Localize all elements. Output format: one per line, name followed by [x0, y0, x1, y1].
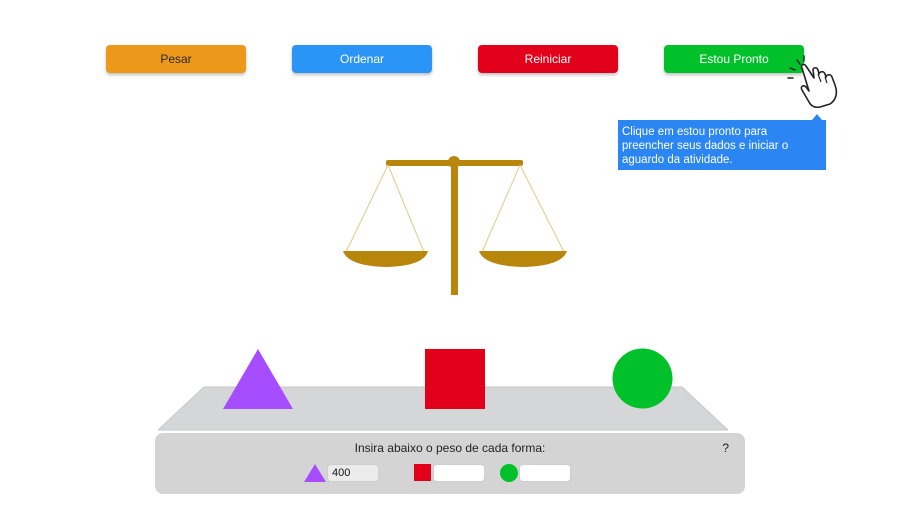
circle-shape[interactable]	[612, 348, 673, 409]
help-tooltip: Clique em estou pronto para preencher se…	[618, 114, 826, 170]
balance-scale	[343, 156, 567, 295]
panel-instructions: Insira abaixo o peso de cada forma:	[354, 441, 546, 455]
circle-icon	[500, 464, 518, 482]
triangle-icon	[304, 464, 326, 482]
square-shape[interactable]	[425, 349, 485, 409]
reiniciar-button[interactable]: Reiniciar	[478, 45, 618, 73]
triangle-weight-input[interactable]	[327, 464, 379, 482]
pesar-button[interactable]: Pesar	[106, 45, 246, 73]
pointing-hand-icon	[787, 55, 838, 108]
weight-input-panel: Insira abaixo o peso de cada forma: ?	[155, 433, 745, 494]
triangle-shape[interactable]	[222, 348, 294, 410]
ordenar-button[interactable]: Ordenar	[292, 45, 432, 73]
help-button[interactable]: ?	[722, 441, 729, 455]
circle-weight-input[interactable]	[519, 464, 571, 482]
square-icon	[414, 464, 431, 481]
square-weight-input[interactable]	[433, 464, 485, 482]
